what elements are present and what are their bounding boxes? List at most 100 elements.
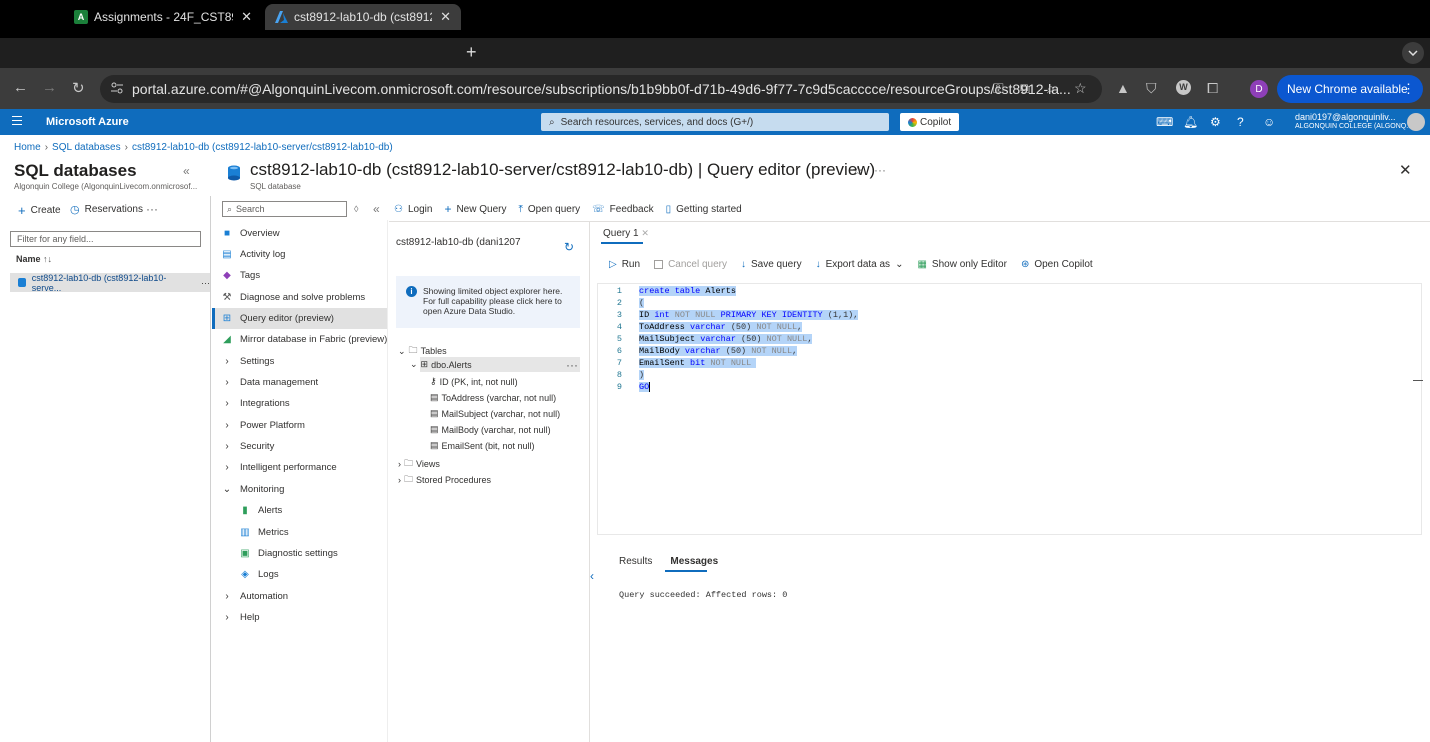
tree-node-column[interactable]: ▤ MailSubject (varchar, not null): [430, 408, 560, 419]
info-banner[interactable]: i Showing limited object explorer here. …: [396, 276, 580, 328]
shield-extension-icon[interactable]: ⛉: [1146, 80, 1157, 97]
settings-gear-icon[interactable]: ⚙: [1210, 115, 1221, 129]
collapse-menu-icon[interactable]: «: [373, 202, 380, 216]
azure-extension-icon[interactable]: ▲: [1116, 80, 1130, 96]
account-info[interactable]: dani0197@algonquinliv... ALGONQUIN COLLE…: [1295, 112, 1412, 132]
tab-search-button[interactable]: [1402, 42, 1424, 64]
install-app-icon[interactable]: ⧉: [1020, 80, 1030, 97]
refresh-icon[interactable]: ↻: [564, 240, 574, 254]
more-ellipsis-icon[interactable]: ···: [874, 163, 886, 177]
menu-label: Mirror database in Fabric (preview): [240, 334, 388, 345]
site-info-icon[interactable]: [110, 81, 124, 95]
breadcrumb-sql-databases[interactable]: SQL databases: [52, 142, 121, 153]
wordpress-extension-icon[interactable]: W: [1176, 80, 1191, 95]
new-tab-button[interactable]: +: [466, 42, 477, 63]
menu-item-query-editor[interactable]: ⊞ Query editor (preview): [222, 313, 334, 324]
tree-node-views[interactable]: › 🗀︎ Views: [398, 456, 440, 472]
menu-item-tags[interactable]: ◆ Tags: [222, 270, 260, 281]
open-query-button[interactable]: ⤒ Open query: [518, 202, 580, 216]
tab-results[interactable]: Results: [619, 556, 652, 567]
tree-node-dbo-alerts[interactable]: ⌄ ⊞ dbo.Alerts: [410, 359, 472, 370]
menu-item-automation[interactable]: › Automation: [222, 591, 288, 602]
close-tab-icon[interactable]: ✕: [641, 228, 649, 238]
menu-search-input[interactable]: ⌕ Search: [222, 201, 347, 217]
menu-item-metrics[interactable]: ▥ Metrics: [240, 527, 288, 538]
open-copilot-button[interactable]: ⊛ Open Copilot: [1021, 259, 1093, 270]
back-icon[interactable]: ←: [13, 79, 28, 96]
create-button[interactable]: + Create: [18, 203, 61, 218]
tree-node-stored-procedures[interactable]: › 🗀︎ Stored Procedures: [398, 472, 491, 488]
scrollbar-marker[interactable]: [1413, 380, 1423, 381]
filter-input[interactable]: Filter for any field...: [10, 231, 201, 247]
hamburger-menu-icon[interactable]: [12, 116, 22, 125]
close-blade-icon[interactable]: ✕: [1399, 161, 1412, 179]
cancel-query-button[interactable]: Cancel query: [654, 259, 727, 270]
sort-icon[interactable]: ◊: [354, 204, 358, 214]
menu-item-monitoring[interactable]: ⌄ Monitoring: [222, 484, 285, 495]
feedback-button[interactable]: ☏ Feedback: [592, 202, 653, 216]
row-more-icon[interactable]: ···: [201, 278, 210, 288]
menu-item-data-management[interactable]: › Data management: [222, 377, 318, 388]
export-data-dropdown[interactable]: ↓ Export data as ⌄: [816, 259, 904, 270]
copilot-button[interactable]: Copilot: [900, 113, 959, 131]
help-icon[interactable]: ?: [1237, 115, 1244, 129]
reload-icon[interactable]: ↻: [72, 79, 85, 97]
notifications-bell-icon[interactable]: 🔔︎: [1183, 115, 1198, 129]
browser-tab-azure[interactable]: cst8912-lab10-db (cst8912-l ✕: [265, 4, 461, 30]
close-tab-icon[interactable]: ✕: [241, 9, 252, 25]
menu-item-alerts[interactable]: ▮ Alerts: [240, 505, 282, 516]
database-list-item[interactable]: cst8912-lab10-db (cst8912-lab10-serve...…: [10, 273, 210, 293]
tree-node-column[interactable]: ▤ MailBody (varchar, not null): [430, 424, 551, 435]
cloud-shell-icon[interactable]: ⌨: [1156, 115, 1173, 129]
zoom-icon[interactable]: ⌕: [1047, 80, 1055, 97]
menu-item-integrations[interactable]: › Integrations: [222, 398, 289, 409]
menu-item-diagnostic-settings[interactable]: ▣ Diagnostic settings: [240, 548, 337, 559]
azure-brand[interactable]: Microsoft Azure: [46, 116, 129, 128]
favorite-star-icon[interactable]: ☆: [852, 163, 864, 179]
breadcrumb-database[interactable]: cst8912-lab10-db (cst8912-lab10-server/c…: [132, 142, 393, 153]
pane-splitter[interactable]: [589, 222, 590, 742]
azure-search-input[interactable]: ⌕ Search resources, services, and docs (…: [541, 113, 889, 131]
query-tab[interactable]: Query 1 ✕: [603, 228, 649, 239]
more-ellipsis-icon[interactable]: ···: [566, 358, 578, 372]
extensions-puzzle-icon[interactable]: ⧠: [1207, 80, 1218, 97]
tree-node-column[interactable]: ▤ EmailSent (bit, not null): [430, 440, 535, 451]
name-column-header[interactable]: Name ↑↓: [16, 254, 52, 264]
feedback-icon[interactable]: ☺: [1263, 115, 1275, 129]
more-ellipsis-icon[interactable]: ···: [146, 202, 158, 216]
tree-node-column[interactable]: ⚷ ID (PK, int, not null): [430, 376, 518, 387]
save-query-button[interactable]: ↓ Save query: [741, 259, 802, 270]
show-only-editor-button[interactable]: ▦ Show only Editor: [917, 259, 1007, 270]
collapse-double-chevron-icon[interactable]: «: [183, 164, 190, 178]
menu-item-mirror-fabric[interactable]: ◢ Mirror database in Fabric (preview): [222, 334, 387, 345]
menu-item-diagnose[interactable]: ⚒ Diagnose and solve problems: [222, 292, 366, 303]
menu-item-intelligent-performance[interactable]: › Intelligent performance: [222, 462, 336, 473]
menu-item-settings[interactable]: › Settings: [222, 356, 274, 367]
user-avatar[interactable]: [1407, 113, 1425, 131]
password-key-icon[interactable]: ⚿: [993, 80, 1004, 97]
getting-started-button[interactable]: ▯ Getting started: [666, 202, 742, 216]
close-tab-icon[interactable]: ✕: [440, 9, 451, 25]
tree-node-column[interactable]: ▤ ToAddress (varchar, not null): [430, 392, 556, 403]
forward-icon[interactable]: →: [42, 79, 57, 96]
menu-item-overview[interactable]: ■ Overview: [222, 228, 280, 239]
reservations-button[interactable]: ◷ Reservations: [70, 203, 143, 216]
breadcrumb-home[interactable]: Home: [14, 142, 41, 153]
tab-messages[interactable]: Messages: [670, 556, 718, 567]
chrome-update-button[interactable]: New Chrome available ⋮: [1277, 75, 1423, 103]
browser-tab-assignments[interactable]: A Assignments - 24F_CST8912_ ✕: [64, 4, 262, 30]
profile-avatar[interactable]: D: [1250, 80, 1268, 98]
sql-code-editor[interactable]: [597, 283, 1423, 535]
menu-item-security[interactable]: › Security: [222, 441, 274, 452]
menu-item-activity-log[interactable]: ▤ Activity log: [222, 249, 285, 260]
menu-item-help[interactable]: › Help: [222, 612, 259, 623]
collapse-pane-chevron-icon[interactable]: ‹: [590, 569, 594, 583]
address-bar[interactable]: portal.azure.com/#@AlgonquinLivecom.onmi…: [100, 75, 1102, 103]
bookmark-star-icon[interactable]: ☆: [1074, 80, 1087, 97]
login-button[interactable]: ⚇ Login: [394, 202, 432, 216]
run-button[interactable]: ▷ Run: [609, 259, 640, 270]
menu-item-logs[interactable]: ◈ Logs: [240, 569, 278, 580]
new-query-button[interactable]: + New Query: [444, 202, 506, 216]
menu-item-power-platform[interactable]: › Power Platform: [222, 420, 305, 431]
code-line: ToAddress varchar (50) NOT NULL,: [639, 322, 803, 332]
